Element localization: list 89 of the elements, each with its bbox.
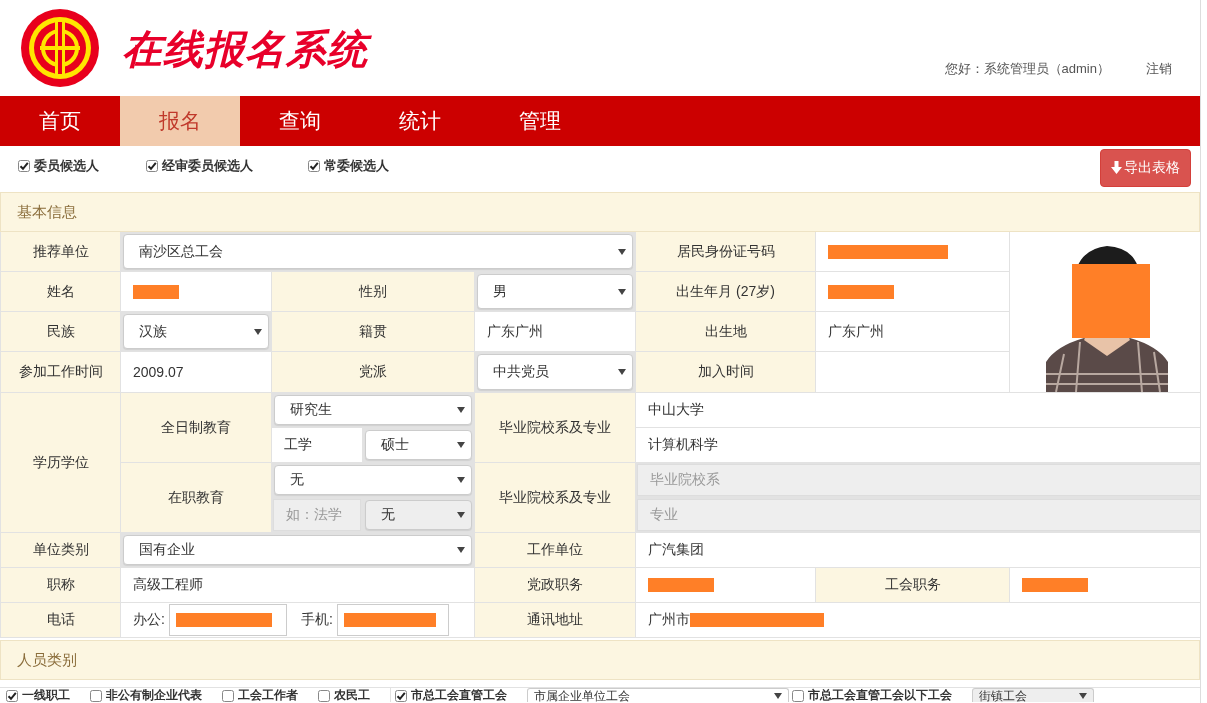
select-field[interactable]: 南沙区总工会 xyxy=(123,234,633,269)
checkbox-label: 一线职工 xyxy=(22,689,70,702)
input-field: 专业 xyxy=(637,499,1200,531)
field-label: 全日制教育 xyxy=(121,393,271,462)
table-cell: 计算机科学 xyxy=(636,428,1200,462)
field-label: 党政职务 xyxy=(475,568,635,602)
checkbox-label: 市总工会直管工会 xyxy=(411,689,507,702)
checkbox-label: 非公有制企业代表 xyxy=(106,689,202,702)
field-label: 居民身份证号码 xyxy=(636,232,815,271)
input-field[interactable] xyxy=(168,604,287,636)
checkbox[interactable] xyxy=(90,689,102,702)
section-title: 人员类别 xyxy=(17,650,77,670)
nav-tab[interactable]: 统计 xyxy=(360,96,480,146)
checkbox-label: 委员候选人 xyxy=(34,157,99,175)
input-field: 毕业院校系 xyxy=(637,464,1200,496)
caret-icon xyxy=(618,369,626,375)
select-field[interactable]: 无 xyxy=(274,465,472,495)
checkbox-label: 经审委员候选人 xyxy=(162,157,253,175)
table-cell: 2009.07 xyxy=(121,352,271,392)
table-cell: 高级工程师 xyxy=(121,568,474,602)
table-cell: 工学 xyxy=(272,428,362,462)
field-label: 手机: xyxy=(300,611,333,629)
field-label: 参加工作时间 xyxy=(1,352,120,392)
checkbox-label: 工会工作者 xyxy=(238,689,298,702)
select-field[interactable]: 国有企业 xyxy=(123,535,472,565)
checkbox[interactable] xyxy=(395,689,407,702)
field-label: 单位类别 xyxy=(1,533,120,567)
caret-icon xyxy=(457,512,465,518)
caret-icon xyxy=(457,547,465,553)
field-label: 籍贯 xyxy=(272,312,474,351)
field-label: 推荐单位 xyxy=(1,232,120,271)
logout-link[interactable]: 注销 xyxy=(1146,60,1172,78)
table-cell: 中山大学 xyxy=(636,393,1200,427)
nav-tab[interactable]: 报名 xyxy=(120,96,240,146)
select-field[interactable]: 中共党员 xyxy=(477,354,633,390)
caret-icon xyxy=(618,248,626,255)
field-label: 毕业院校系及专业 xyxy=(475,463,635,532)
checkbox[interactable] xyxy=(792,689,804,702)
input-field[interactable] xyxy=(336,604,449,636)
field-label: 毕业院校系及专业 xyxy=(475,393,635,462)
field-value: 广州市 xyxy=(648,611,690,629)
caret-icon xyxy=(457,477,465,483)
nav-tab[interactable]: 管理 xyxy=(480,96,600,146)
field-label: 电话 xyxy=(1,603,120,637)
field-label: 党派 xyxy=(272,352,474,392)
checkbox[interactable] xyxy=(18,160,30,172)
table-cell: 广东广州 xyxy=(816,312,1009,351)
field-label: 在职教育 xyxy=(121,463,271,532)
checkbox[interactable] xyxy=(6,689,18,702)
checkbox[interactable] xyxy=(318,689,330,702)
caret-icon xyxy=(1079,692,1087,699)
table-cell: 广东广州 xyxy=(475,312,635,351)
checkbox-label: 农民工 xyxy=(334,689,370,702)
field-label: 职称 xyxy=(1,568,120,602)
checkbox[interactable] xyxy=(146,160,158,172)
table-cell: 广汽集团 xyxy=(636,533,1200,567)
checkbox-label: 常委候选人 xyxy=(324,157,389,175)
field-label: 出生年月 (27岁) xyxy=(636,272,815,311)
select-field[interactable]: 硕士 xyxy=(365,430,472,460)
field-label: 学历学位 xyxy=(1,393,120,532)
caret-icon xyxy=(457,442,465,448)
caret-icon xyxy=(457,407,465,413)
select-field[interactable]: 市属企业单位工会 xyxy=(527,688,789,702)
field-label: 出生地 xyxy=(636,312,815,351)
checkbox-label: 市总工会直管工会以下工会 xyxy=(808,689,952,702)
download-icon xyxy=(1111,161,1122,174)
checkbox[interactable] xyxy=(308,160,320,172)
field-label: 工会职务 xyxy=(816,568,1009,602)
field-label: 性别 xyxy=(272,272,474,311)
nav-tab[interactable]: 首页 xyxy=(0,96,120,146)
field-label: 民族 xyxy=(1,312,120,351)
caret-icon xyxy=(774,692,782,699)
checkbox[interactable] xyxy=(222,689,234,702)
input-field: 如：法学 xyxy=(273,499,361,531)
field-label: 工作单位 xyxy=(475,533,635,567)
select-field[interactable]: 汉族 xyxy=(123,314,269,349)
select-field[interactable]: 男 xyxy=(477,274,633,309)
logo-icon xyxy=(20,8,100,88)
field-label: 加入时间 xyxy=(636,352,815,392)
field-label: 姓名 xyxy=(1,272,120,311)
caret-icon xyxy=(618,288,626,295)
caret-icon xyxy=(254,328,262,335)
select-field[interactable]: 研究生 xyxy=(274,395,472,425)
field-label: 办公: xyxy=(133,611,165,629)
section-title: 基本信息 xyxy=(17,202,77,222)
export-button[interactable]: 导出表格 xyxy=(1100,148,1191,187)
field-label: 通讯地址 xyxy=(475,603,635,637)
nav-tab[interactable]: 查询 xyxy=(240,96,360,146)
greeting-text: 您好：系统管理员（admin） xyxy=(944,60,1110,78)
